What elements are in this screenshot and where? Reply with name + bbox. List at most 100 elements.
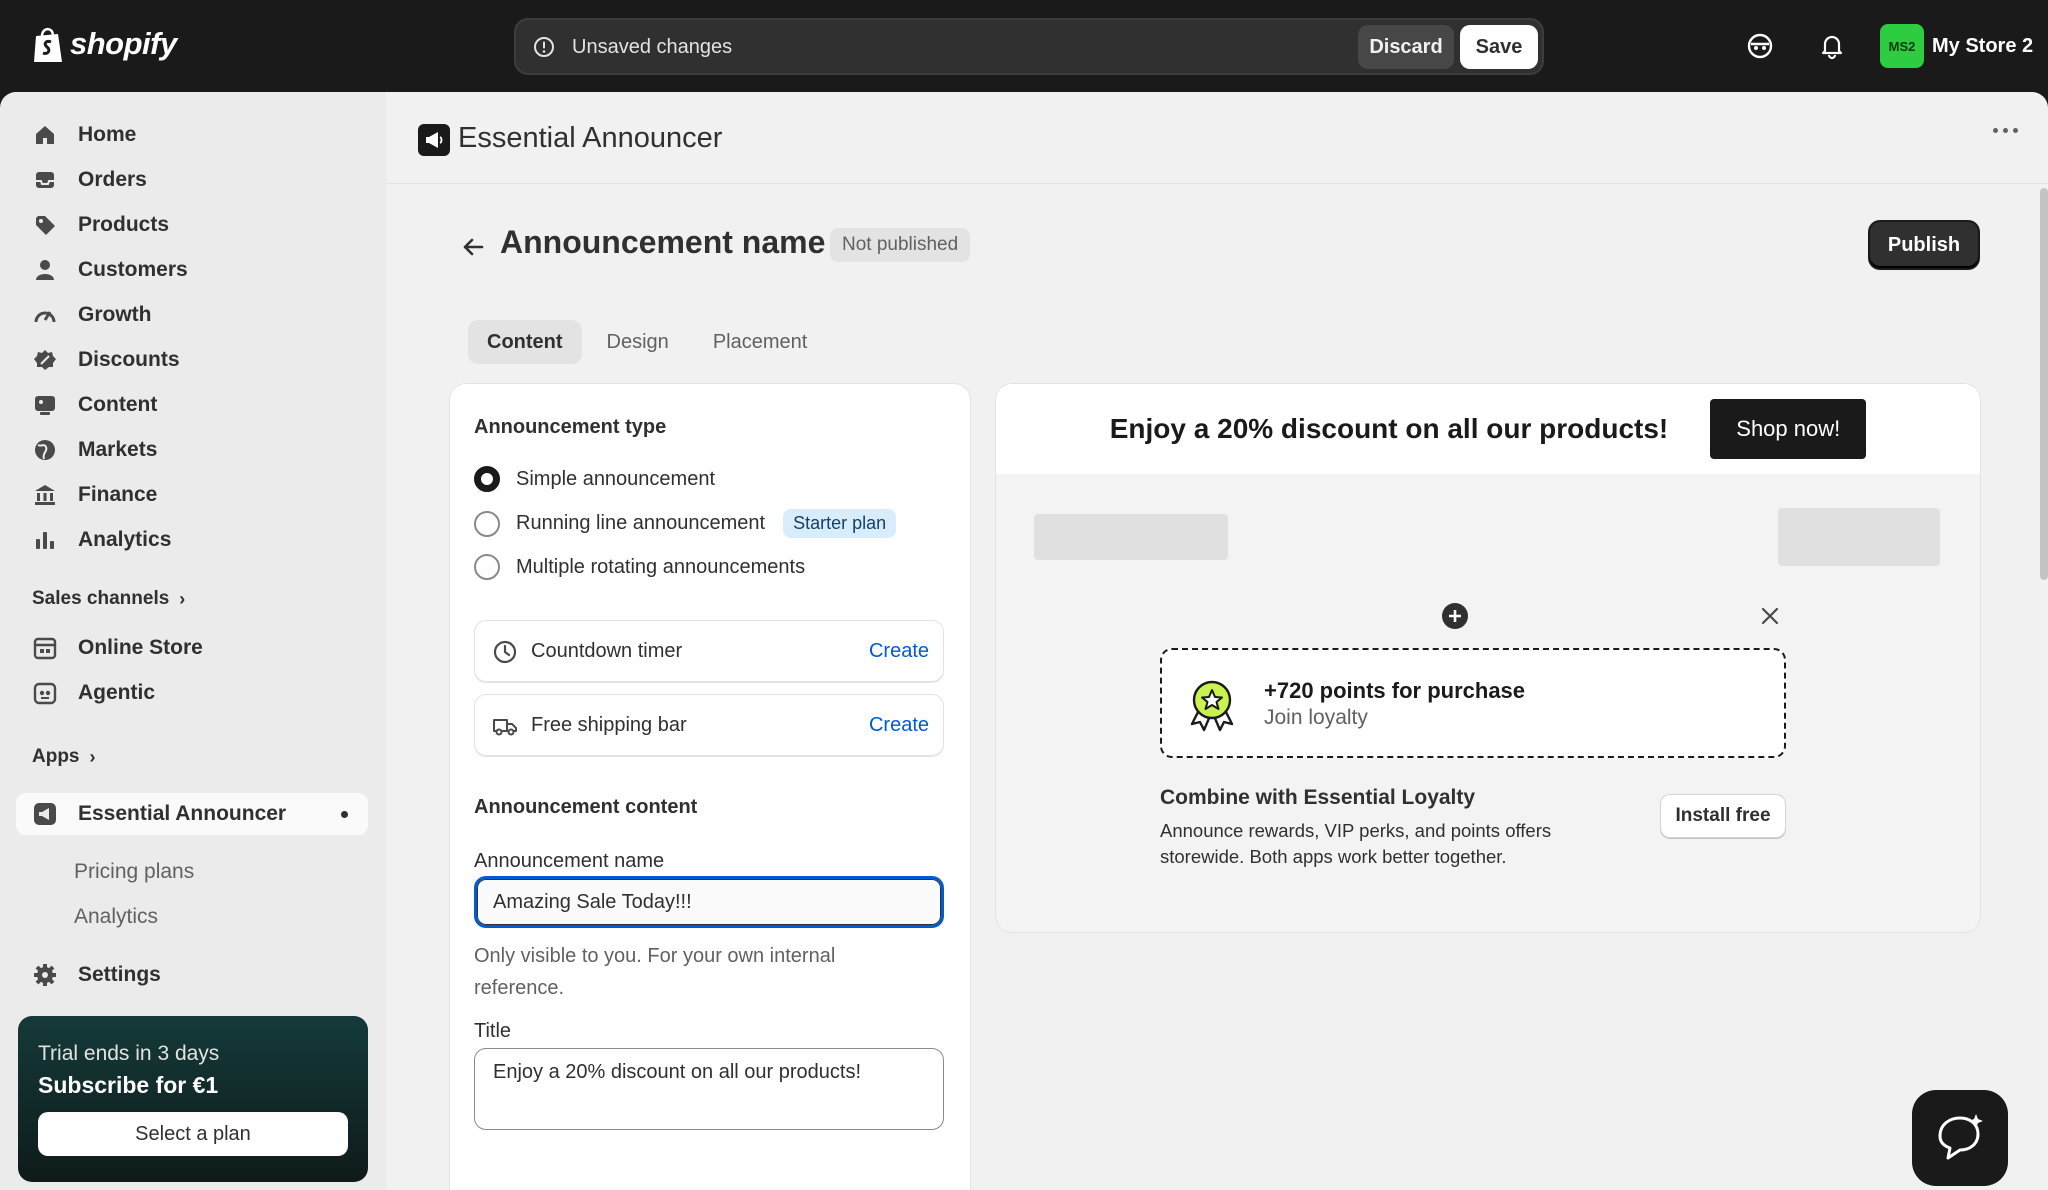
- sidebar-item-agentic[interactable]: Agentic: [16, 672, 368, 714]
- top-bar: shopify Unsaved changes Discard Save MS2…: [0, 0, 2048, 92]
- more-actions-icon[interactable]: [1993, 128, 2018, 133]
- sidebar-item-label: Markets: [78, 438, 158, 461]
- announcement-name-input[interactable]: [474, 876, 944, 928]
- bell-icon[interactable]: [1818, 32, 1846, 60]
- sidebar-subitem-analytics[interactable]: Analytics: [74, 905, 158, 929]
- close-icon[interactable]: [1758, 604, 1782, 628]
- radio-button[interactable]: [474, 554, 500, 580]
- app-title: Essential Announcer: [458, 122, 723, 154]
- app-header: Essential Announcer: [386, 92, 2048, 184]
- back-arrow-icon[interactable]: [458, 232, 488, 262]
- sidebar-item-label: Discounts: [78, 348, 180, 371]
- sidekick-icon[interactable]: [1746, 32, 1774, 60]
- radio-label: Simple announcement: [516, 467, 716, 490]
- tabs: Content Design Placement: [468, 320, 826, 364]
- chat-button[interactable]: [1912, 1090, 2008, 1186]
- title-textarea[interactable]: Enjoy a 20% discount on all our products…: [474, 1048, 944, 1130]
- countdown-timer-label: Countdown timer: [531, 640, 683, 662]
- gear-icon: [34, 964, 56, 986]
- publish-button[interactable]: Publish: [1870, 222, 1978, 268]
- sidebar-item-label: Analytics: [78, 528, 172, 551]
- status-badge: Not published: [830, 228, 971, 262]
- bank-icon: [35, 485, 55, 505]
- bar-chart-icon: [36, 532, 54, 549]
- sidebar-item-analytics[interactable]: Analytics: [16, 519, 368, 561]
- store-icon: [33, 637, 57, 660]
- radio-multiple-rotating[interactable]: Multiple rotating announcements: [474, 554, 805, 580]
- content-form-card: Announcement type Simple announcement Ru…: [450, 384, 970, 1190]
- agentic-icon: [33, 682, 57, 705]
- sidebar: Home Orders Products Customers Growth Di…: [0, 92, 386, 1190]
- apps-heading[interactable]: Apps ›: [32, 746, 96, 768]
- sidebar-subitem-pricing-plans[interactable]: Pricing plans: [74, 860, 194, 884]
- skeleton-placeholder: [1778, 508, 1940, 566]
- sidebar-item-label: Products: [78, 213, 170, 236]
- apps-label: Apps: [32, 746, 80, 767]
- announcement-name-help: Only visible to you. For your own intern…: [474, 945, 836, 999]
- skeleton-placeholder: [1034, 514, 1228, 560]
- create-countdown-link[interactable]: Create: [869, 640, 929, 663]
- person-icon: [36, 260, 54, 280]
- shop-now-button[interactable]: Shop now!: [1710, 399, 1867, 459]
- create-shipping-bar-link[interactable]: Create: [869, 714, 929, 737]
- preview-banner-text: Enjoy a 20% discount on all our products…: [1109, 413, 1669, 444]
- sidebar-item-label: Customers: [78, 258, 188, 281]
- sidebar-item-label: Content: [78, 393, 158, 416]
- globe-icon: [35, 440, 55, 460]
- delivery-truck-icon: [493, 719, 517, 736]
- save-button[interactable]: Save: [1460, 25, 1538, 69]
- tag-icon: [36, 216, 55, 235]
- store-menu[interactable]: MS2 My Store 2: [1880, 24, 2033, 68]
- sidebar-item-home[interactable]: Home: [16, 114, 368, 156]
- sidebar-item-online-store[interactable]: Online Store: [16, 627, 368, 669]
- discard-button[interactable]: Discard: [1358, 25, 1454, 69]
- starter-plan-badge: Starter plan: [783, 509, 897, 538]
- scrollbar[interactable]: [2040, 188, 2048, 580]
- discount-icon: [34, 350, 56, 370]
- install-free-button[interactable]: Install free: [1660, 794, 1786, 838]
- sidebar-item-label: Home: [78, 123, 137, 146]
- award-badge-icon: [1190, 680, 1234, 732]
- clock-icon: [493, 640, 517, 664]
- countdown-timer-row: Countdown timer Create: [474, 620, 944, 682]
- radio-button[interactable]: [474, 466, 500, 492]
- sidebar-item-finance[interactable]: Finance: [16, 474, 368, 516]
- trial-banner: Trial ends in 3 days Subscribe for €1 Se…: [18, 1016, 368, 1182]
- store-name: My Store 2: [1932, 34, 2034, 57]
- sidebar-item-essential-announcer[interactable]: Essential Announcer: [16, 793, 368, 835]
- tab-content[interactable]: Content: [468, 320, 582, 364]
- join-loyalty-text: Join loyalty: [1264, 706, 1368, 729]
- sidebar-item-label: Finance: [78, 483, 158, 506]
- radio-running-line[interactable]: Running line announcement Starter plan: [474, 509, 897, 538]
- sidebar-item-customers[interactable]: Customers: [16, 249, 368, 291]
- free-shipping-bar-row: Free shipping bar Create: [474, 694, 944, 756]
- tab-placement[interactable]: Placement: [694, 320, 827, 364]
- sidebar-item-growth[interactable]: Growth: [16, 294, 368, 336]
- radio-button[interactable]: [474, 510, 500, 537]
- chat-bubble-icon: [1938, 1114, 1983, 1160]
- megaphone-app-icon: [34, 803, 56, 825]
- subscribe-text: Subscribe for €1: [38, 1072, 219, 1098]
- sidebar-item-settings[interactable]: Settings: [16, 954, 368, 996]
- preview-store-mock: +720 points for purchase Join loyalty Co…: [996, 474, 1980, 932]
- chevron-right-icon: ›: [179, 588, 186, 609]
- store-avatar: MS2: [1880, 24, 1924, 68]
- sidebar-item-label: Orders: [78, 168, 147, 191]
- contextual-save-bar: Unsaved changes Discard Save: [514, 18, 1544, 75]
- select-plan-button[interactable]: Select a plan: [38, 1112, 348, 1156]
- sidebar-item-discounts[interactable]: Discounts: [16, 339, 368, 381]
- sidebar-item-orders[interactable]: Orders: [16, 159, 368, 201]
- sidebar-item-products[interactable]: Products: [16, 204, 368, 246]
- title-label: Title: [474, 1020, 512, 1042]
- plus-circle-icon[interactable]: [1441, 602, 1469, 630]
- sidebar-item-content[interactable]: Content: [16, 384, 368, 426]
- shopify-logo[interactable]: shopify: [32, 24, 177, 64]
- radio-label: Multiple rotating announcements: [516, 555, 806, 578]
- loyalty-points-text: +720 points for purchase: [1264, 678, 1526, 703]
- sidebar-item-markets[interactable]: Markets: [16, 429, 368, 471]
- radio-simple-announcement[interactable]: Simple announcement: [474, 466, 715, 492]
- tab-design[interactable]: Design: [588, 320, 688, 364]
- alert-circle-icon: [534, 37, 554, 57]
- sales-channels-heading[interactable]: Sales channels ›: [32, 588, 185, 610]
- pin-dot-icon: [341, 810, 348, 818]
